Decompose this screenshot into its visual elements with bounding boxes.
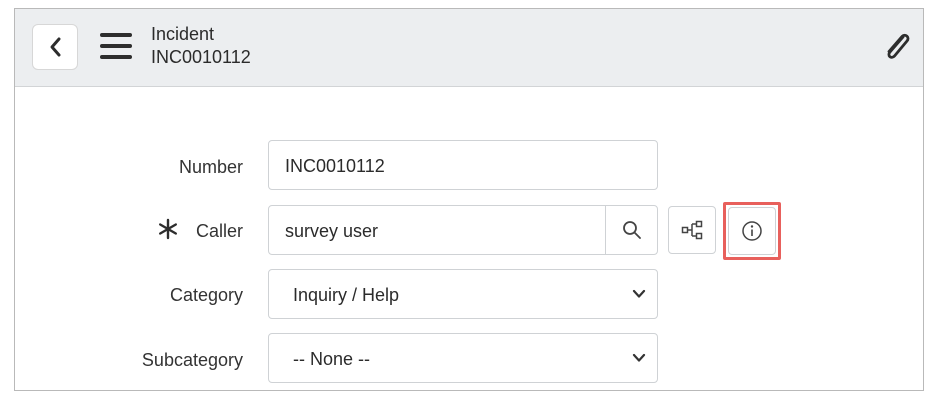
show-related-button[interactable] bbox=[668, 206, 716, 254]
hamburger-menu-icon[interactable] bbox=[100, 33, 132, 61]
chevron-down-icon bbox=[632, 289, 646, 298]
number-field[interactable]: INC0010112 bbox=[268, 140, 658, 190]
caller-lookup-button[interactable] bbox=[605, 206, 657, 254]
hierarchy-icon bbox=[681, 220, 703, 240]
back-button[interactable] bbox=[32, 24, 78, 70]
subcategory-select[interactable]: -- None -- bbox=[268, 333, 658, 383]
caller-label: Caller bbox=[195, 221, 243, 241]
back-chevron-icon bbox=[50, 37, 61, 57]
category-value: Inquiry / Help bbox=[293, 285, 400, 305]
form-header: Incident INC0010112 bbox=[15, 9, 923, 87]
incident-form-window: Incident INC0010112 Number INC0010112 Ca… bbox=[14, 8, 924, 391]
paperclip-icon[interactable] bbox=[879, 29, 915, 65]
caller-value: survey user bbox=[285, 221, 379, 241]
header-record-number: INC0010112 bbox=[151, 47, 251, 67]
search-icon bbox=[622, 221, 641, 239]
subcategory-label: Subcategory bbox=[141, 350, 243, 370]
caller-info-button[interactable] bbox=[728, 207, 776, 255]
number-label: Number bbox=[178, 157, 243, 177]
category-label: Category bbox=[169, 285, 243, 305]
caller-field[interactable]: survey user bbox=[268, 205, 658, 255]
header-title: Incident bbox=[151, 24, 215, 44]
chevron-down-icon bbox=[632, 353, 646, 362]
number-value: INC0010112 bbox=[285, 156, 385, 176]
category-select[interactable]: Inquiry / Help bbox=[268, 269, 658, 319]
info-icon bbox=[742, 221, 762, 241]
subcategory-value: -- None -- bbox=[293, 349, 371, 369]
